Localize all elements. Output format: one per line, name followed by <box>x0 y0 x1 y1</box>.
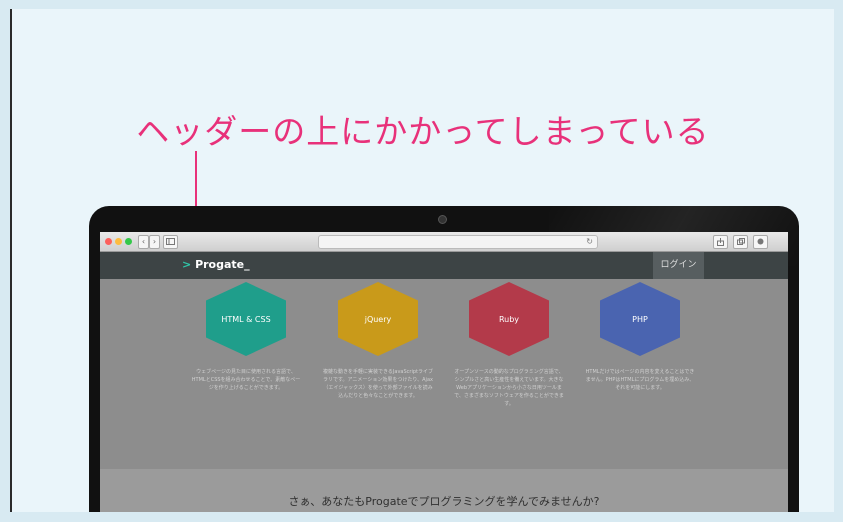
sidebar-icon[interactable] <box>163 235 178 249</box>
logo-name: Progate <box>195 258 245 271</box>
tabs-icon[interactable] <box>733 235 748 249</box>
course-desc-php: HTMLだけではページの内容を変えることはできません。PHPはHTMLにプログラ… <box>585 369 695 391</box>
laptop-mockup: ‹ › ↻ > Progate_ ログイン HTML & CSS ウェブページの… <box>89 206 799 512</box>
share-icon[interactable] <box>713 235 728 249</box>
course-section: HTML & CSS ウェブページの見た目に使用される言語で、HTMLとCSSを… <box>100 279 788 469</box>
course-desc-html-css: ウェブページの見た目に使用される言語で、HTMLとCSSを組み合わせることで、素… <box>191 369 301 391</box>
course-desc-ruby: オープンソースの動的なプログラミング言語で、シンプルさと高い生産性を備えています… <box>454 369 564 407</box>
maximize-window-icon[interactable] <box>125 238 132 245</box>
logo-prefix: > <box>182 258 192 271</box>
course-desc-jquery: 複雑な動きを手軽に実装できるJavaScriptライブラリです。アニメーション効… <box>323 369 433 399</box>
progate-logo[interactable]: > Progate_ <box>182 258 250 271</box>
forward-button[interactable]: › <box>149 235 160 249</box>
course-hexagon-html-css[interactable]: HTML & CSS <box>206 282 286 356</box>
back-button[interactable]: ‹ <box>138 235 149 249</box>
download-icon[interactable] <box>753 235 768 249</box>
camera-icon <box>438 215 447 224</box>
cta-section: さぁ、あなたもProgateでプログラミングを学んでみませんか? <box>100 469 788 512</box>
slide-frame: ヘッダーの上にかかってしまっている ‹ › ↻ > Progate_ ログイン … <box>10 9 834 512</box>
login-button[interactable]: ログイン <box>653 252 704 279</box>
close-window-icon[interactable] <box>105 238 112 245</box>
site-header: > Progate_ ログイン <box>100 252 788 279</box>
address-bar[interactable]: ↻ <box>318 235 598 249</box>
course-hexagon-php[interactable]: PHP <box>600 282 680 356</box>
annotation-text: ヘッダーの上にかかってしまっている <box>136 112 710 151</box>
course-hexagon-ruby[interactable]: Ruby <box>469 282 549 356</box>
minimize-window-icon[interactable] <box>115 238 122 245</box>
cta-text: さぁ、あなたもProgateでプログラミングを学んでみませんか? <box>288 495 600 508</box>
logo-cursor: _ <box>244 258 250 271</box>
reload-icon[interactable]: ↻ <box>586 236 593 248</box>
course-hexagon-jquery[interactable]: jQuery <box>338 282 418 356</box>
browser-toolbar: ‹ › ↻ <box>100 232 788 252</box>
laptop-screen: ‹ › ↻ > Progate_ ログイン HTML & CSS ウェブページの… <box>100 232 788 512</box>
